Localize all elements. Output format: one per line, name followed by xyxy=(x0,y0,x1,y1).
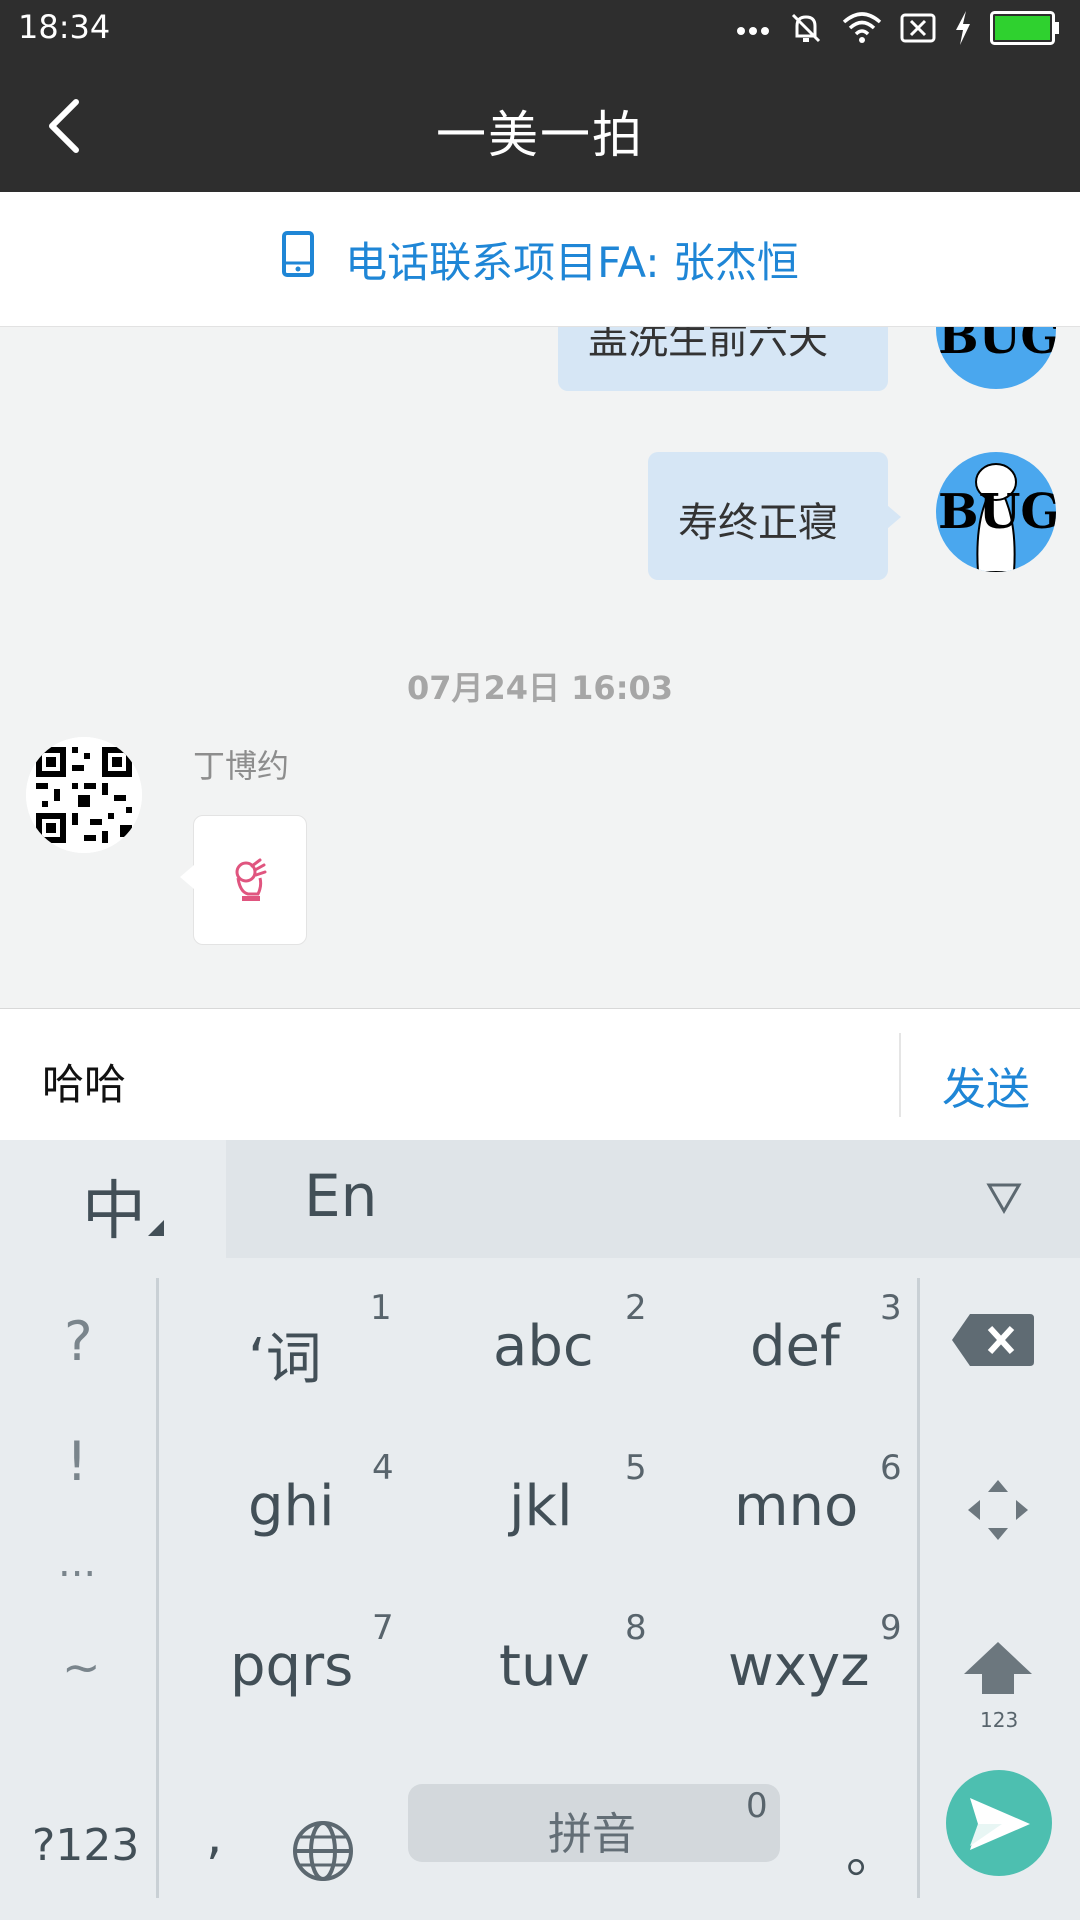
key-number: 5 xyxy=(625,1448,647,1488)
space-number: 0 xyxy=(746,1786,768,1826)
bubble-tail xyxy=(887,505,901,529)
key-number: 2 xyxy=(625,1288,647,1328)
avatar[interactable] xyxy=(26,737,142,853)
send-arrow-icon xyxy=(970,1798,1030,1850)
app-header: 一美一拍 xyxy=(0,60,1080,192)
key-label: ‘词 xyxy=(248,1327,322,1392)
input-divider xyxy=(899,1033,901,1117)
chat-messages[interactable]: 盖洗生前六天 BUG 寿终正寝 BUG 07月24日 16:03 丁博约 xyxy=(0,327,1080,1007)
key-number: 9 xyxy=(880,1608,902,1648)
key-number: 6 xyxy=(880,1448,902,1488)
enter-send-key[interactable] xyxy=(946,1770,1052,1876)
mode-label: 中 xyxy=(82,1175,146,1249)
key-number: 3 xyxy=(880,1288,902,1328)
message-text: 寿终正寝 xyxy=(678,500,838,546)
battery-icon xyxy=(990,11,1060,49)
globe-icon xyxy=(293,1821,353,1881)
message-bubble[interactable] xyxy=(193,815,307,945)
sim-off-icon xyxy=(900,13,936,47)
corner-triangle-icon xyxy=(148,1220,164,1236)
candidate-bar: En xyxy=(226,1140,1080,1258)
expand-triangle-icon[interactable] xyxy=(986,1182,1022,1214)
more-dots-icon xyxy=(736,21,770,40)
key-number: 8 xyxy=(625,1608,647,1648)
key-label: jkl xyxy=(509,1474,573,1539)
avatar-text: BUG xyxy=(938,484,1056,540)
key-label: pqrs xyxy=(230,1634,354,1699)
key-7[interactable]: pqrs 7 xyxy=(160,1590,413,1750)
message-text: 盖洗生前六天 xyxy=(588,327,828,363)
bubble-tail xyxy=(180,865,194,889)
phone-icon xyxy=(281,230,315,288)
message-timestamp: 07月24日 16:03 xyxy=(406,669,674,707)
message-input[interactable]: 哈哈 xyxy=(42,1051,126,1112)
charging-icon xyxy=(954,11,972,49)
qr-avatar-image xyxy=(26,737,142,853)
shift-arrow-icon xyxy=(964,1642,1032,1694)
message-input-bar: 哈哈 发送 xyxy=(0,1008,1080,1141)
shift-key[interactable]: 123 xyxy=(962,1640,1042,1740)
key-5[interactable]: jkl 5 xyxy=(413,1430,666,1590)
space-key[interactable]: 拼音 0 xyxy=(408,1784,780,1862)
key-6[interactable]: mno 6 xyxy=(666,1430,919,1590)
key-number: 4 xyxy=(372,1448,394,1488)
language-key[interactable] xyxy=(292,1820,354,1886)
avatar[interactable]: BUG xyxy=(936,327,1056,389)
sender-name: 丁博约 xyxy=(193,747,290,785)
key-number: 1 xyxy=(370,1288,392,1328)
symbols-key[interactable]: ?123 xyxy=(32,1820,139,1871)
mute-icon xyxy=(788,10,824,50)
key-label: abc xyxy=(493,1314,594,1379)
key-label: def xyxy=(750,1314,840,1379)
left-separator xyxy=(156,1278,159,1898)
key-8[interactable]: tuv 8 xyxy=(413,1590,666,1750)
keyboard: 中 En ? ! ... ~ ‘词 1 abc 2 def 3 ghi 4 jk… xyxy=(0,1140,1080,1920)
key-9[interactable]: wxyz 9 xyxy=(666,1590,919,1750)
comma-key[interactable]: , xyxy=(206,1806,223,1866)
move-arrows-icon xyxy=(968,1480,1028,1540)
punct-key[interactable]: ? xyxy=(64,1310,93,1373)
punct-key[interactable]: ! xyxy=(66,1430,88,1493)
message-bubble[interactable]: 寿终正寝 xyxy=(648,452,888,580)
key-label: wxyz xyxy=(728,1634,870,1699)
status-time: 18:34 xyxy=(18,8,111,46)
avatar[interactable]: BUG xyxy=(936,452,1056,572)
status-bar: 18:34 xyxy=(0,0,1080,60)
key-number: 7 xyxy=(372,1608,394,1648)
key-label: tuv xyxy=(499,1634,590,1699)
space-label: 拼音 xyxy=(548,1809,636,1860)
punct-key[interactable]: ... xyxy=(58,1540,96,1586)
key-label: ghi xyxy=(248,1474,335,1539)
message-bubble-partial[interactable]: 盖洗生前六天 xyxy=(558,327,888,391)
key-1[interactable]: ‘词 1 xyxy=(160,1270,413,1430)
key-4[interactable]: ghi 4 xyxy=(160,1430,413,1590)
contact-label: 电话联系项目FA: 张杰恒 xyxy=(345,237,799,287)
cursor-move-key[interactable] xyxy=(966,1478,1030,1546)
contact-fa-bar[interactable]: 电话联系项目FA: 张杰恒 xyxy=(0,192,1080,327)
punct-key[interactable]: ~ xyxy=(62,1640,101,1694)
backspace-icon xyxy=(952,1314,1034,1366)
input-mode-toggle[interactable]: 中 xyxy=(0,1140,226,1258)
backspace-key[interactable] xyxy=(950,1310,1038,1374)
send-button[interactable]: 发送 xyxy=(942,1053,1030,1117)
candidate-en[interactable]: En xyxy=(304,1162,377,1230)
period-key[interactable]: 。 xyxy=(846,1812,898,1887)
key-2[interactable]: abc 2 xyxy=(413,1270,666,1430)
avatar-text: BUG xyxy=(938,327,1056,365)
shift-sublabel: 123 xyxy=(980,1708,1019,1732)
ok-hand-emoji-icon xyxy=(235,858,267,901)
page-title: 一美一拍 xyxy=(436,106,644,164)
status-icons xyxy=(736,10,1060,50)
key-label: mno xyxy=(734,1474,859,1539)
key-3[interactable]: def 3 xyxy=(666,1270,919,1430)
wifi-icon xyxy=(842,12,882,48)
